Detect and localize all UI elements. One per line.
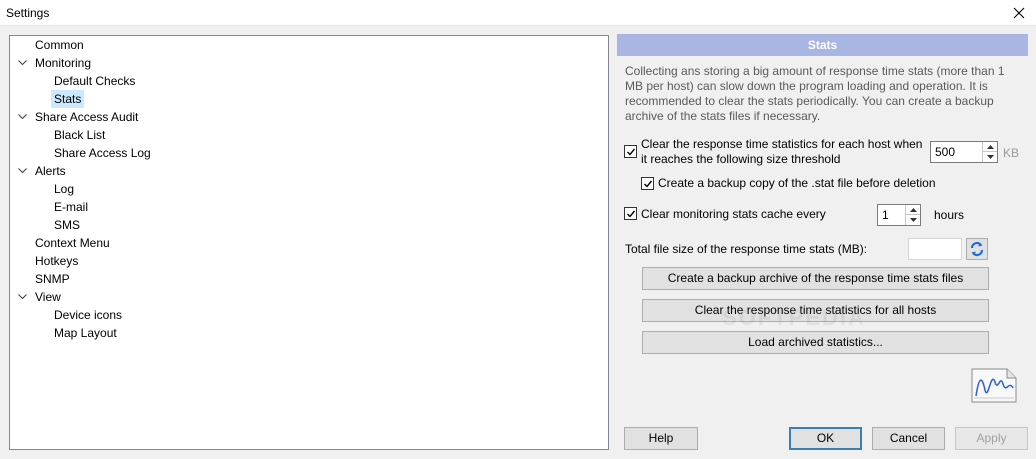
tree-item-label: Device icons: [54, 308, 123, 322]
refresh-button[interactable]: [966, 238, 988, 260]
tree-item-monitoring[interactable]: Monitoring: [17, 54, 94, 72]
tree-item-black-list[interactable]: Black List: [51, 126, 108, 144]
tree-item-map-layout[interactable]: Map Layout: [51, 324, 120, 342]
tree-item-hotkeys[interactable]: Hotkeys: [32, 252, 81, 270]
tree-item-label: Stats: [51, 90, 85, 108]
threshold-size-stepper[interactable]: 500: [930, 141, 998, 163]
checkmark-icon: [626, 148, 635, 156]
chevron-up-icon: [909, 207, 917, 212]
panel-description: Collecting ans storing a big amount of r…: [625, 64, 1005, 123]
spin-up-button[interactable]: [906, 205, 920, 215]
tree-item-view[interactable]: View: [17, 288, 64, 306]
panel-header: Stats: [617, 34, 1028, 56]
tree-item-label: SMS: [54, 218, 81, 232]
tree-item-device-icons[interactable]: Device icons: [51, 306, 125, 324]
cache-interval-unit: hours: [934, 208, 965, 222]
clear-cache-checkbox[interactable]: [624, 207, 637, 220]
clear-cache-label: Clear monitoring stats cache every: [641, 207, 826, 221]
tree-item-label: Map Layout: [54, 326, 117, 340]
tree-item-label: Share Access Log: [54, 146, 151, 160]
clear-threshold-label-line1: Clear the response time statistics for e…: [641, 137, 923, 151]
expand-chevron-icon[interactable]: [17, 162, 27, 180]
tree-item-common[interactable]: Common: [32, 36, 87, 54]
spin-down-button[interactable]: [906, 215, 920, 225]
tree-item-label: SNMP: [35, 272, 70, 286]
clear-threshold-checkbox[interactable]: [624, 145, 637, 158]
checkmark-icon: [626, 210, 635, 218]
cancel-button[interactable]: Cancel: [872, 427, 945, 450]
create-archive-button[interactable]: Create a backup archive of the response …: [642, 267, 989, 290]
tree-item-label: Log: [54, 182, 75, 196]
tree-item-alerts[interactable]: Alerts: [17, 162, 69, 180]
close-icon: [1013, 7, 1025, 19]
tree-item-label: Hotkeys: [35, 254, 79, 268]
cache-interval-stepper[interactable]: 1: [877, 204, 921, 226]
load-archived-button[interactable]: Load archived statistics...: [642, 331, 989, 354]
help-button[interactable]: Help: [624, 427, 698, 450]
backup-copy-checkbox[interactable]: [641, 177, 654, 190]
threshold-unit: KB: [1003, 146, 1020, 160]
tree-item-label: Context Menu: [35, 236, 110, 250]
window-title: Settings: [6, 6, 50, 20]
chevron-up-icon: [986, 144, 994, 149]
ok-button[interactable]: OK: [789, 427, 862, 450]
settings-tree[interactable]: Common Monitoring Default Checks Stats Share…: [9, 35, 609, 450]
tree-item-label: View: [35, 290, 61, 304]
tree-item-snmp[interactable]: SNMP: [32, 270, 73, 288]
tree-item-share-access-audit[interactable]: Share Access Audit: [17, 108, 141, 126]
chevron-down-icon: [909, 218, 917, 222]
cache-interval-value[interactable]: 1: [882, 208, 889, 222]
refresh-icon: [970, 241, 984, 257]
expand-chevron-icon[interactable]: [17, 54, 27, 72]
tree-item-sms[interactable]: SMS: [51, 216, 83, 234]
tree-item-context-menu[interactable]: Context Menu: [32, 234, 113, 252]
spin-up-button[interactable]: [983, 142, 997, 152]
threshold-size-value[interactable]: 500: [935, 145, 955, 159]
watermark: SOFTPEDIA: [722, 305, 866, 330]
tree-item-log[interactable]: Log: [51, 180, 77, 198]
tree-item-label: Common: [35, 38, 84, 52]
chevron-down-icon: [986, 155, 994, 159]
tree-item-share-access-log[interactable]: Share Access Log: [51, 144, 154, 162]
tree-item-label: Black List: [54, 128, 106, 142]
total-size-field: [908, 238, 962, 260]
expand-chevron-icon[interactable]: [17, 108, 27, 126]
total-size-label: Total file size of the response time sta…: [625, 242, 868, 256]
tree-item-default-checks[interactable]: Default Checks: [51, 72, 138, 90]
tree-item-label: Monitoring: [35, 56, 92, 70]
apply-button[interactable]: Apply: [955, 427, 1028, 450]
tree-item-label: Share Access Audit: [35, 110, 139, 124]
expand-chevron-icon[interactable]: [17, 288, 27, 306]
tree-item-e-mail[interactable]: E-mail: [51, 198, 91, 216]
backup-copy-label: Create a backup copy of the .stat file b…: [658, 176, 936, 190]
tree-item-label: Default Checks: [54, 74, 136, 88]
clear-threshold-label-line2: it reaches the following size threshold: [641, 152, 841, 166]
close-button[interactable]: [1002, 0, 1036, 26]
title-bar: Settings: [0, 0, 1036, 26]
tree-item-label: E-mail: [54, 200, 89, 214]
tree-item-label: Alerts: [35, 164, 66, 178]
spin-down-button[interactable]: [983, 152, 997, 162]
checkmark-icon: [643, 180, 652, 188]
stats-chart-icon: [969, 366, 1019, 404]
tree-item-stats[interactable]: Stats: [51, 90, 85, 108]
